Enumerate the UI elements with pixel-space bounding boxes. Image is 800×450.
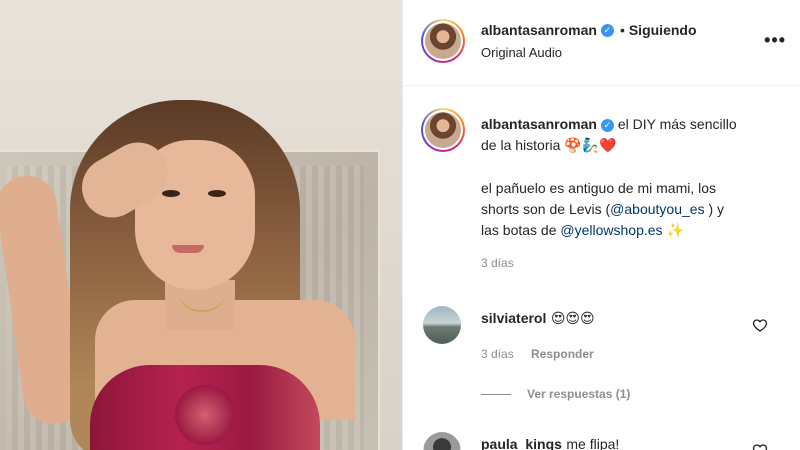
author-avatar[interactable] xyxy=(421,19,465,63)
original-audio-link[interactable]: Original Audio xyxy=(481,45,562,60)
comment-1: silviaterol 😍😍😍 xyxy=(481,309,595,330)
caption-author-username[interactable]: albantasanroman xyxy=(481,116,597,132)
following-button[interactable]: Siguiendo xyxy=(629,22,697,38)
comment-2: paula_kings me flipa! xyxy=(481,434,619,450)
caption-line1: albantasanroman ✓ el DIY más sencillo de … xyxy=(481,114,741,157)
comment-timestamp[interactable]: 3 días xyxy=(481,347,514,361)
more-options-icon[interactable]: ••• xyxy=(764,30,786,51)
view-replies-label: Ver respuestas (1) xyxy=(527,387,631,401)
caption-block: albantasanroman ✓ el DIY más sencillo de … xyxy=(481,114,741,270)
eye-left xyxy=(162,190,180,197)
post-media-image[interactable] xyxy=(0,0,402,450)
caption-author-avatar[interactable] xyxy=(421,108,465,152)
like-heart-icon[interactable] xyxy=(752,317,768,333)
caption-sparkle-emoji: ✨ xyxy=(666,223,684,239)
comment-text: 😍😍😍 xyxy=(550,311,595,327)
caption-line2: el pañuelo es antiguo de mi mami, los sh… xyxy=(481,178,741,242)
separator-dot: • xyxy=(619,22,625,38)
replies-line-divider xyxy=(481,394,511,396)
mouth-shape xyxy=(172,245,204,253)
verified-badge-icon: ✓ xyxy=(600,24,614,38)
header-user-line: albantasanroman ✓ • Siguiendo xyxy=(481,22,697,40)
scarf-top-shape xyxy=(90,365,320,450)
caption-timestamp[interactable]: 3 días xyxy=(481,256,741,270)
comment-avatar[interactable] xyxy=(423,306,461,344)
comment-text: me flipa! xyxy=(566,436,620,450)
comment-avatar[interactable] xyxy=(423,432,461,450)
view-replies-button[interactable]: Ver respuestas (1) xyxy=(481,387,630,401)
caption-emojis: 🍄🧞❤️ xyxy=(564,138,617,154)
reply-button[interactable]: Responder xyxy=(531,347,594,361)
comment-username[interactable]: silviaterol xyxy=(481,310,546,326)
mention-aboutyou-link[interactable]: @aboutyou_es xyxy=(610,201,704,217)
verified-badge-icon: ✓ xyxy=(600,118,614,132)
post-side-panel: albantasanroman ✓ • Siguiendo Original Audi… xyxy=(402,0,800,450)
author-username[interactable]: albantasanroman xyxy=(481,22,597,38)
like-heart-icon[interactable] xyxy=(752,442,768,450)
comment-username[interactable]: paula_kings xyxy=(481,436,562,450)
comment-meta: 3 días Responder xyxy=(481,347,594,361)
post-header: albantasanroman ✓ • Siguiendo Original Audi… xyxy=(403,0,800,86)
eye-right xyxy=(208,190,226,197)
mention-yellowshop-link[interactable]: @yellowshop.es xyxy=(560,222,662,238)
